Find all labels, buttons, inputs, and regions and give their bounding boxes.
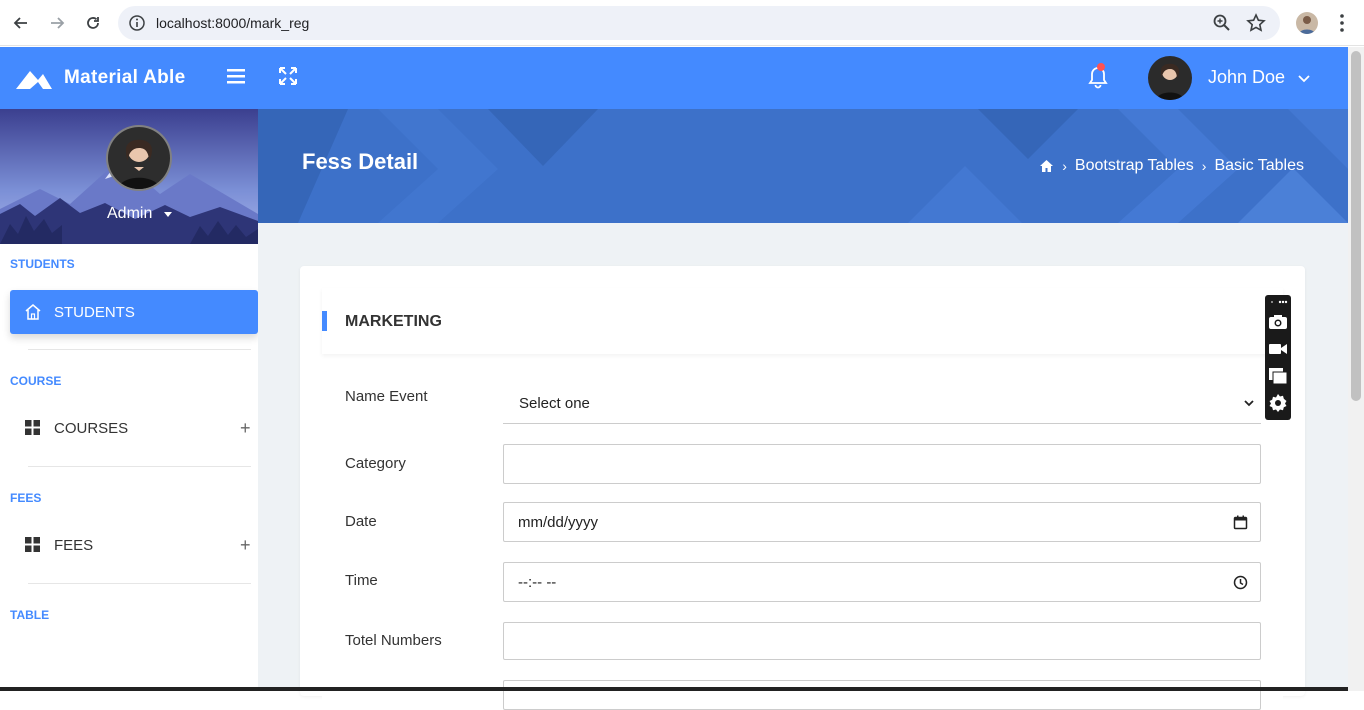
- next-field-input[interactable]: [503, 680, 1261, 710]
- forward-button[interactable]: [45, 11, 69, 35]
- divider: [28, 466, 251, 467]
- info-icon[interactable]: [128, 14, 146, 32]
- sidebar-item-fees[interactable]: FEES +: [10, 526, 258, 566]
- page-scrollbar[interactable]: [1348, 47, 1364, 691]
- expand-plus-icon[interactable]: +: [240, 535, 251, 556]
- breadcrumb: › Bootstrap Tables › Basic Tables: [1039, 157, 1304, 175]
- divider: [28, 349, 251, 350]
- admin-photo-icon: [118, 139, 160, 189]
- breadcrumb-item[interactable]: Basic Tables: [1214, 157, 1304, 175]
- back-arrow-icon: [13, 17, 27, 29]
- breadcrumb-separator-icon: ›: [1201, 158, 1207, 174]
- sidebar-item-label: COURSES: [54, 420, 129, 437]
- chevron-down-icon[interactable]: [1297, 74, 1311, 84]
- profile-picture-icon: [1299, 16, 1315, 34]
- settings-gear-icon[interactable]: [1268, 393, 1288, 413]
- time-label: Time: [345, 572, 378, 589]
- date-label: Date: [345, 513, 377, 530]
- breadcrumb-separator-icon: ›: [1062, 158, 1067, 174]
- section-title-course: COURSE: [10, 374, 62, 388]
- logo-icon: [16, 71, 52, 89]
- card-accent-bar: [322, 311, 327, 331]
- sidebar-item-label: FEES: [54, 537, 94, 554]
- user-avatar[interactable]: [1148, 56, 1192, 100]
- clock-icon[interactable]: [1233, 575, 1248, 590]
- forward-arrow-icon: [51, 17, 65, 29]
- sidebar-item-students[interactable]: STUDENTS: [10, 290, 258, 334]
- page-header-banner: Fess Detail › Bootstrap Tables › Basic T…: [258, 109, 1348, 223]
- url-text[interactable]: localhost:8000/mark_reg: [156, 15, 309, 31]
- name-event-label: Name Event: [345, 388, 428, 405]
- browser-profile-avatar[interactable]: [1296, 12, 1318, 34]
- card-header: MARKETING: [322, 288, 1283, 354]
- sidebar-item-label: STUDENTS: [54, 304, 135, 321]
- admin-avatar[interactable]: [106, 125, 172, 191]
- sidebar: Admin STUDENTS STUDENTS COURSE COURSES +…: [0, 109, 258, 691]
- date-input[interactable]: mm/dd/yyyy: [503, 502, 1261, 542]
- date-value: mm/dd/yyyy: [518, 514, 599, 531]
- camera-icon[interactable]: [1268, 312, 1288, 332]
- expand-plus-icon[interactable]: +: [240, 418, 251, 439]
- category-label: Category: [345, 455, 406, 472]
- section-title-fees: FEES: [10, 491, 42, 505]
- brand-name: Material Able: [64, 67, 186, 88]
- total-numbers-label: Totel Numbers: [345, 632, 442, 649]
- capture-toolbar: [1265, 295, 1291, 420]
- scrollbar-thumb[interactable]: [1351, 51, 1361, 401]
- hamburger-menu-icon[interactable]: [226, 67, 246, 85]
- browser-toolbar: localhost:8000/mark_reg: [0, 0, 1364, 46]
- home-icon: [25, 304, 41, 320]
- address-bar[interactable]: localhost:8000/mark_reg: [118, 6, 1280, 40]
- browser-menu-icon[interactable]: [1334, 13, 1350, 33]
- caret-down-icon[interactable]: [164, 212, 172, 217]
- profile-banner: Admin: [0, 109, 258, 244]
- calendar-icon[interactable]: [1233, 515, 1248, 530]
- name-event-select[interactable]: Select one: [503, 382, 1261, 424]
- time-value: --:-- --: [518, 574, 557, 591]
- form-card: MARKETING Name Event Select one Category…: [300, 266, 1305, 710]
- zoom-icon[interactable]: [1212, 13, 1232, 33]
- category-input[interactable]: [503, 444, 1261, 484]
- total-numbers-input[interactable]: [503, 622, 1261, 660]
- reload-icon: [87, 17, 99, 29]
- user-photo-icon: [1156, 63, 1184, 100]
- section-title-table: TABLE: [10, 608, 50, 622]
- divider: [28, 583, 251, 584]
- user-name[interactable]: John Doe: [1208, 67, 1285, 88]
- notification-badge: [1097, 63, 1105, 71]
- app-header: Material Able John Doe: [0, 47, 1348, 109]
- reload-button[interactable]: [81, 11, 105, 35]
- name-event-value: Select one: [519, 395, 590, 412]
- fullscreen-icon[interactable]: [278, 66, 298, 86]
- sidebar-item-courses[interactable]: COURSES +: [10, 409, 258, 449]
- bottom-edge: [0, 687, 1348, 691]
- page-title: Fess Detail: [302, 149, 419, 174]
- window-capture-icon[interactable]: [1268, 366, 1288, 386]
- admin-label[interactable]: Admin: [107, 205, 152, 223]
- home-breadcrumb-icon[interactable]: [1039, 159, 1054, 173]
- star-icon[interactable]: [1246, 13, 1266, 33]
- more-icon[interactable]: [1268, 297, 1288, 307]
- chevron-down-icon: [1244, 400, 1254, 407]
- card-title: MARKETING: [345, 313, 442, 330]
- grid-icon: [25, 420, 40, 435]
- form-card-inner: MARKETING Name Event Select one Category…: [322, 288, 1283, 710]
- time-input[interactable]: --:-- --: [503, 562, 1261, 602]
- grid-icon: [25, 537, 40, 552]
- section-title-students: STUDENTS: [10, 257, 75, 271]
- main-content: MARKETING Name Event Select one Category…: [258, 223, 1348, 710]
- breadcrumb-item[interactable]: Bootstrap Tables: [1075, 157, 1194, 175]
- video-camera-icon[interactable]: [1268, 339, 1288, 359]
- back-button[interactable]: [9, 11, 33, 35]
